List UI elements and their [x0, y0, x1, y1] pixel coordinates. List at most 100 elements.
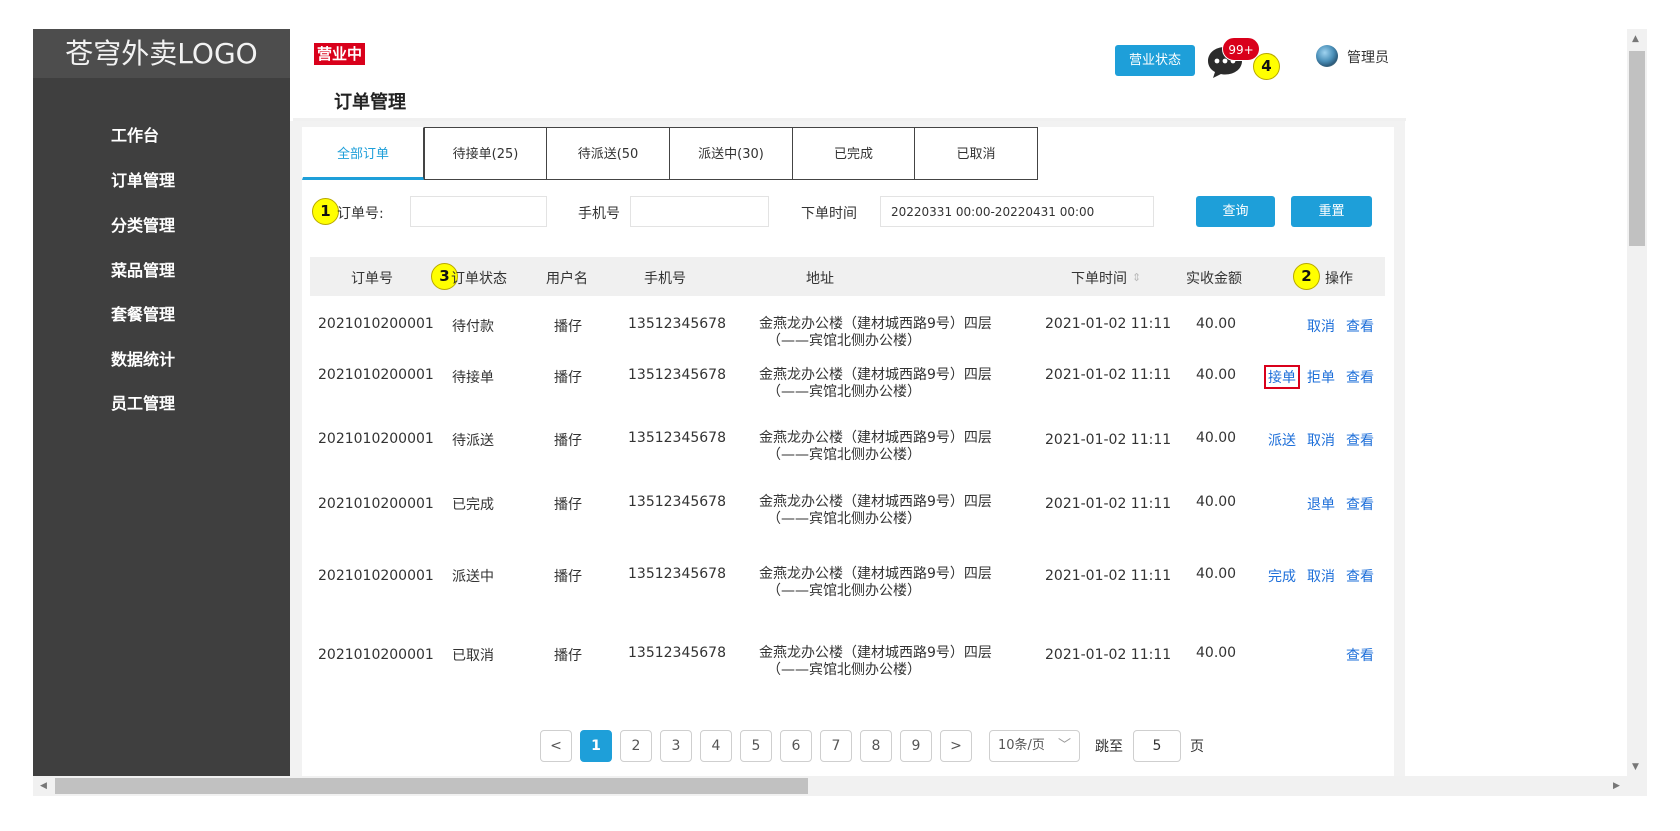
jump-page-input[interactable]: 5 — [1133, 730, 1181, 762]
cancel-order-link[interactable]: 取消 — [1307, 430, 1335, 450]
scroll-down-icon[interactable]: ▼ — [1632, 762, 1639, 772]
sidebar-item-setmeals[interactable]: 套餐管理 — [111, 301, 175, 325]
tab-delivering[interactable]: 派送中(30) — [670, 127, 793, 180]
sidebar-item-statistics[interactable]: 数据统计 — [111, 346, 175, 370]
view-order-link[interactable]: 查看 — [1346, 494, 1374, 514]
page-1-button[interactable]: 1 — [580, 730, 612, 762]
complete-order-link[interactable]: 完成 — [1268, 566, 1296, 586]
search-button[interactable]: 查询 — [1196, 196, 1275, 227]
table-row-4-user: 播仔 — [554, 497, 582, 513]
page-8-button[interactable]: 8 — [860, 730, 892, 762]
table-row-4-time: 2021-01-02 11:11 — [1045, 496, 1172, 512]
tab-completed[interactable]: 已完成 — [793, 127, 915, 180]
tab-pending-accept[interactable]: 待接单(25) — [424, 127, 547, 180]
cancel-order-link[interactable]: 取消 — [1307, 316, 1335, 336]
page-3-button[interactable]: 3 — [660, 730, 692, 762]
view-order-link[interactable]: 查看 — [1346, 430, 1374, 450]
table-row-3-amount: 40.00 — [1196, 430, 1237, 446]
scroll-right-icon[interactable]: ▶ — [1613, 781, 1620, 791]
table-row-6-time: 2021-01-02 11:11 — [1045, 647, 1172, 663]
column-header-user-name: 用户名 — [546, 271, 588, 287]
table-row-2-phone: 13512345678 — [628, 367, 726, 383]
table-row-4-phone: 13512345678 — [628, 494, 726, 510]
reset-button[interactable]: 重置 — [1291, 196, 1372, 227]
reject-order-link[interactable]: 拒单 — [1307, 367, 1335, 387]
viewport: 苍穹外卖LOGO 工作台 订单管理 分类管理 菜品管理 套餐管理 数据统计 员工… — [0, 0, 1680, 831]
prev-page-button[interactable]: < — [540, 730, 572, 762]
sidebar-item-categories[interactable]: 分类管理 — [111, 212, 175, 236]
table-row-4-order-no: 2021010200001 — [318, 496, 434, 512]
table-row-1-user: 播仔 — [554, 319, 582, 335]
page-suffix-label: 页 — [1190, 739, 1204, 755]
tab-all-orders[interactable]: 全部订单 — [302, 127, 424, 180]
sort-icon[interactable]: ⇕ — [1132, 271, 1141, 284]
next-page-button[interactable]: > — [940, 730, 972, 762]
table-row-1-amount: 40.00 — [1196, 316, 1237, 332]
view-order-link[interactable]: 查看 — [1346, 367, 1374, 387]
business-status-button[interactable]: 营业状态 — [1115, 45, 1195, 76]
address-line-1: 金燕龙办公楼（建材城西路9号）四层 — [759, 316, 992, 332]
table-row-6-status: 已取消 — [452, 648, 494, 664]
table-row-6-amount: 40.00 — [1196, 645, 1237, 661]
sidebar-item-dashboard[interactable]: 工作台 — [111, 122, 159, 146]
column-header-address: 地址 — [806, 271, 834, 287]
address-line-1: 金燕龙办公楼（建材城西路9号）四层 — [759, 494, 992, 510]
horizontal-scroll-thumb[interactable] — [55, 778, 808, 794]
table-row-2-time: 2021-01-02 11:11 — [1045, 367, 1172, 383]
table-row-5-phone: 13512345678 — [628, 566, 726, 582]
table-row-3-order-no: 2021010200001 — [318, 431, 434, 447]
user-name[interactable]: 管理员 — [1347, 47, 1389, 67]
page-6-button[interactable]: 6 — [780, 730, 812, 762]
page-title: 订单管理 — [334, 92, 406, 113]
page-size-select[interactable]: 10条/页 ﹀ — [989, 730, 1080, 762]
page-7-button[interactable]: 7 — [820, 730, 852, 762]
table-row-5-order-no: 2021010200001 — [318, 568, 434, 584]
table-row-1-order-no: 2021010200001 — [318, 316, 434, 332]
annotation-marker-2: 2 — [1293, 263, 1320, 290]
vertical-scroll-thumb[interactable] — [1629, 51, 1645, 246]
table-row-6-order-no: 2021010200001 — [318, 647, 434, 663]
table-row-5-user: 播仔 — [554, 569, 582, 585]
sidebar-item-dishes[interactable]: 菜品管理 — [111, 257, 175, 281]
address-line-2: （——宾馆北侧办公楼） — [767, 662, 921, 678]
view-order-link[interactable]: 查看 — [1346, 566, 1374, 586]
sidebar-item-employees[interactable]: 员工管理 — [111, 390, 175, 414]
address-line-2: （——宾馆北侧办公楼） — [767, 511, 921, 527]
view-order-link[interactable]: 查看 — [1346, 316, 1374, 336]
open-status-badge: 营业中 — [314, 43, 366, 65]
table-row-2-status: 待接单 — [452, 370, 494, 386]
view-order-link[interactable]: 查看 — [1346, 645, 1374, 665]
order-time-range-input[interactable] — [880, 196, 1154, 227]
page-size-value: 10条/页 — [998, 738, 1045, 753]
address-line-2: （——宾馆北侧办公楼） — [767, 384, 921, 400]
annotation-marker-1: 1 — [312, 198, 339, 225]
column-header-order-time[interactable]: 下单时间 — [1071, 268, 1127, 288]
scroll-up-icon[interactable]: ▲ — [1632, 34, 1639, 44]
order-no-input[interactable] — [410, 196, 547, 227]
table-row-5-address: 金燕龙办公楼（建材城西路9号）四层 （——宾馆北侧办公楼） — [759, 566, 1019, 600]
phone-input[interactable] — [630, 196, 769, 227]
cancel-order-link[interactable]: 取消 — [1307, 566, 1335, 586]
column-header-actions: 操作 — [1325, 271, 1353, 287]
refund-order-link[interactable]: 退单 — [1307, 494, 1335, 514]
sidebar: 苍穹外卖LOGO 工作台 订单管理 分类管理 菜品管理 套餐管理 数据统计 员工… — [33, 29, 290, 776]
table-row-4-address: 金燕龙办公楼（建材城西路9号）四层 （——宾馆北侧办公楼） — [759, 494, 1019, 528]
tab-pending-delivery[interactable]: 待派送(50 — [547, 127, 670, 180]
table-row-1-address: 金燕龙办公楼（建材城西路9号）四层 （——宾馆北侧办公楼） — [759, 316, 1019, 350]
page-9-button[interactable]: 9 — [900, 730, 932, 762]
avatar[interactable] — [1316, 45, 1338, 67]
sidebar-item-orders[interactable]: 订单管理 — [111, 167, 175, 191]
jump-label: 跳至 — [1095, 739, 1123, 755]
page-4-button[interactable]: 4 — [700, 730, 732, 762]
address-line-2: （——宾馆北侧办公楼） — [767, 447, 921, 463]
column-header-phone: 手机号 — [644, 271, 686, 287]
accept-order-link[interactable]: 接单 — [1264, 365, 1300, 389]
table-row-2-order-no: 2021010200001 — [318, 367, 434, 383]
address-line-2: （——宾馆北侧办公楼） — [767, 333, 921, 349]
table-row-1-status: 待付款 — [452, 319, 494, 335]
scroll-left-icon[interactable]: ◀ — [40, 781, 47, 791]
page-2-button[interactable]: 2 — [620, 730, 652, 762]
tab-cancelled[interactable]: 已取消 — [915, 127, 1038, 180]
page-5-button[interactable]: 5 — [740, 730, 772, 762]
dispatch-order-link[interactable]: 派送 — [1268, 430, 1296, 450]
